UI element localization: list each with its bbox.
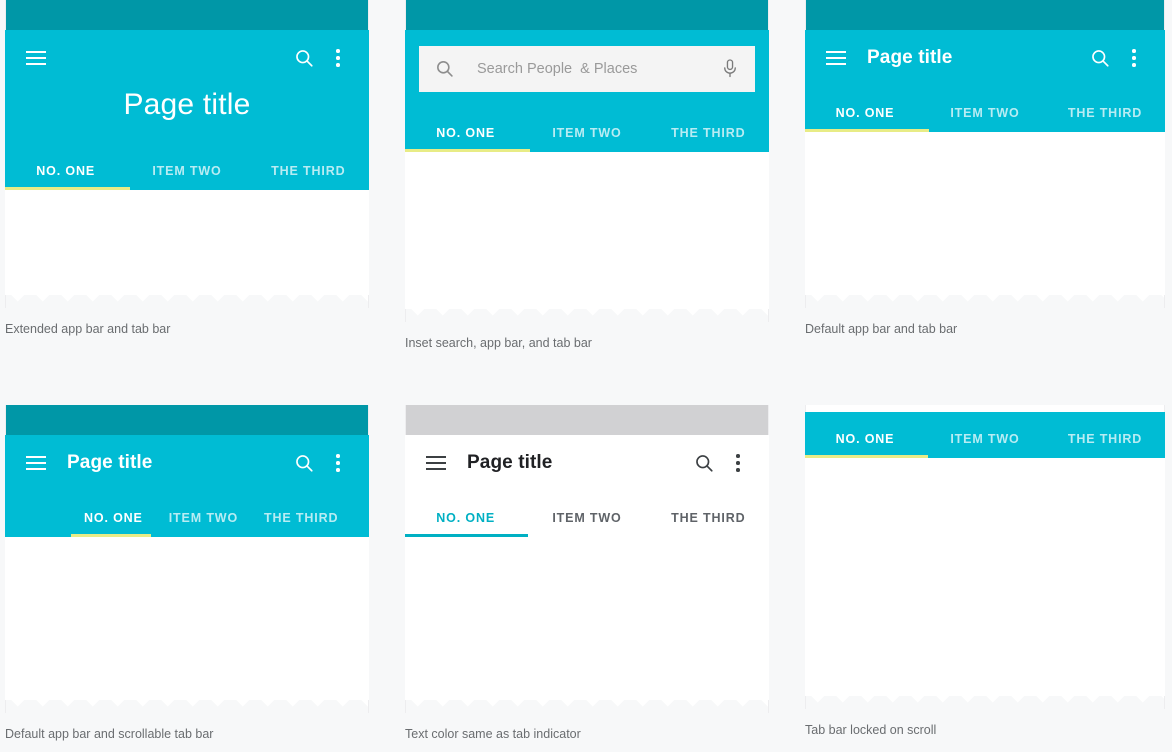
card-inset-search: Search People & Places NO. ONE ITEM TWO … [405, 0, 769, 322]
search-icon[interactable] [687, 446, 721, 480]
hamburger-icon[interactable] [19, 41, 53, 75]
search-glyph [695, 454, 713, 472]
card-body [5, 190, 369, 295]
app-bar-row: Page title [5, 435, 369, 491]
hamburger-glyph [826, 51, 846, 65]
hamburger-icon[interactable] [19, 446, 53, 480]
card-cell-extended-app-bar: Page title NO. ONE ITEM TWO THE THIRD Ex… [0, 0, 400, 405]
more-vert-icon[interactable] [721, 446, 755, 480]
app-bar: Page title NO. ONE ITEM TWO THE THIRD [5, 30, 369, 190]
page-title: Page title [67, 452, 153, 473]
search-icon[interactable] [1083, 41, 1117, 75]
search-bar-wrapper: Search People & Places [405, 30, 769, 106]
search-icon[interactable] [287, 41, 321, 75]
tab-the-third[interactable]: THE THIRD [251, 511, 351, 537]
card-cell-text-color-same-as-indicator: Page title NO. ONE ITEM TWO THE THIRD Te… [400, 405, 800, 752]
card-tab-bar-locked: NO. ONE ITEM TWO THE THIRD [805, 405, 1165, 709]
search-icon[interactable] [287, 446, 321, 480]
tab-bar: NO. ONE ITEM TWO THE THIRD [405, 106, 769, 152]
app-bar: Search People & Places NO. ONE ITEM TWO … [405, 30, 769, 152]
status-bar [5, 405, 369, 435]
card-caption: Tab bar locked on scroll [805, 723, 937, 737]
card-text-color-same-as-indicator: Page title NO. ONE ITEM TWO THE THIRD [405, 405, 769, 713]
hamburger-icon[interactable] [819, 41, 853, 75]
card-body [805, 132, 1165, 295]
card-caption: Text color same as tab indicator [405, 727, 581, 741]
card-extended-app-bar: Page title NO. ONE ITEM TWO THE THIRD [5, 0, 369, 308]
tab-bar: NO. ONE ITEM TWO THE THIRD [5, 144, 369, 190]
app-bar-row [5, 30, 369, 86]
tab-the-third[interactable]: THE THIRD [248, 164, 369, 190]
search-glyph [295, 49, 313, 67]
hamburger-icon[interactable] [419, 446, 453, 480]
more-vert-icon[interactable] [321, 41, 355, 75]
hamburger-glyph [26, 51, 46, 65]
torn-edge [805, 295, 1165, 308]
tab-bar: NO. ONE ITEM TWO THE THIRD [405, 491, 769, 537]
card-body [405, 537, 769, 700]
app-bar: Page title NO. ONE ITEM TWO THE THIRD [5, 435, 369, 537]
search-glyph [1091, 49, 1109, 67]
card-scrollable-tab-bar: Page title NO. ONE ITEM TWO THE THIRD [5, 405, 369, 713]
tab-bar: NO. ONE ITEM TWO THE THIRD [805, 86, 1165, 132]
hamburger-glyph [26, 456, 46, 470]
status-bar [405, 405, 769, 435]
card-cell-inset-search: Search People & Places NO. ONE ITEM TWO … [400, 0, 800, 405]
more-vert-icon[interactable] [1117, 41, 1151, 75]
card-body [5, 537, 369, 700]
hamburger-glyph [426, 456, 446, 470]
tab-the-third[interactable]: THE THIRD [648, 126, 769, 152]
app-bar: Page title NO. ONE ITEM TWO THE THIRD [805, 30, 1165, 132]
app-bar: Page title NO. ONE ITEM TWO THE THIRD [405, 435, 769, 537]
tab-item-two[interactable]: ITEM TWO [925, 106, 1045, 132]
app-bar-row: Page title [405, 435, 769, 491]
card-caption: Default app bar and scrollable tab bar [5, 727, 214, 741]
page-title: Page title [467, 452, 553, 473]
card-cell-default-app-bar: Page title NO. ONE ITEM TWO THE THIRD De… [800, 0, 1172, 405]
tab-item-two[interactable]: ITEM TWO [156, 511, 251, 537]
torn-edge [405, 309, 769, 322]
card-body [805, 458, 1165, 696]
status-bar [805, 0, 1165, 30]
more-vert-glyph [1132, 49, 1136, 67]
tab-the-third[interactable]: THE THIRD [1045, 432, 1165, 458]
card-cell-tab-bar-locked: NO. ONE ITEM TWO THE THIRD Tab bar locke… [800, 405, 1172, 752]
more-vert-glyph [336, 49, 340, 67]
card-default-app-bar: Page title NO. ONE ITEM TWO THE THIRD [805, 0, 1165, 308]
tab-bar: NO. ONE ITEM TWO THE THIRD [805, 412, 1165, 458]
search-placeholder: Search People & Places [477, 61, 638, 77]
torn-edge [405, 700, 769, 713]
search-glyph [295, 454, 313, 472]
spec-sheet-grid: Page title NO. ONE ITEM TWO THE THIRD Ex… [0, 0, 1172, 752]
card-caption: Inset search, app bar, and tab bar [405, 336, 592, 350]
tab-bar-scrollable[interactable]: NO. ONE ITEM TWO THE THIRD [5, 491, 369, 537]
card-cell-scrollable-tab-bar: Page title NO. ONE ITEM TWO THE THIRD De… [0, 405, 400, 752]
tab-item-two[interactable]: ITEM TWO [925, 432, 1045, 458]
card-caption: Default app bar and tab bar [805, 322, 958, 336]
tab-item-two[interactable]: ITEM TWO [526, 511, 647, 537]
card-caption: Extended app bar and tab bar [5, 322, 171, 336]
more-vert-glyph [736, 454, 740, 472]
page-title: Page title [123, 88, 251, 121]
tab-item-two[interactable]: ITEM TWO [126, 164, 247, 190]
status-bar [5, 0, 369, 30]
torn-edge [5, 295, 369, 308]
torn-edge [805, 696, 1165, 709]
more-vert-glyph [336, 454, 340, 472]
tab-item-two[interactable]: ITEM TWO [526, 126, 647, 152]
app-bar: NO. ONE ITEM TWO THE THIRD [805, 412, 1165, 458]
torn-edge [5, 700, 369, 713]
page-title: Page title [867, 47, 953, 68]
tab-the-third[interactable]: THE THIRD [1045, 106, 1165, 132]
tab-the-third[interactable]: THE THIRD [648, 511, 769, 537]
card-body [405, 152, 769, 309]
more-vert-icon[interactable] [321, 446, 355, 480]
microphone-icon[interactable] [721, 58, 739, 80]
search-input[interactable]: Search People & Places [419, 46, 755, 92]
app-bar-row: Page title [805, 30, 1165, 86]
search-icon [437, 61, 453, 77]
status-bar [405, 0, 769, 30]
